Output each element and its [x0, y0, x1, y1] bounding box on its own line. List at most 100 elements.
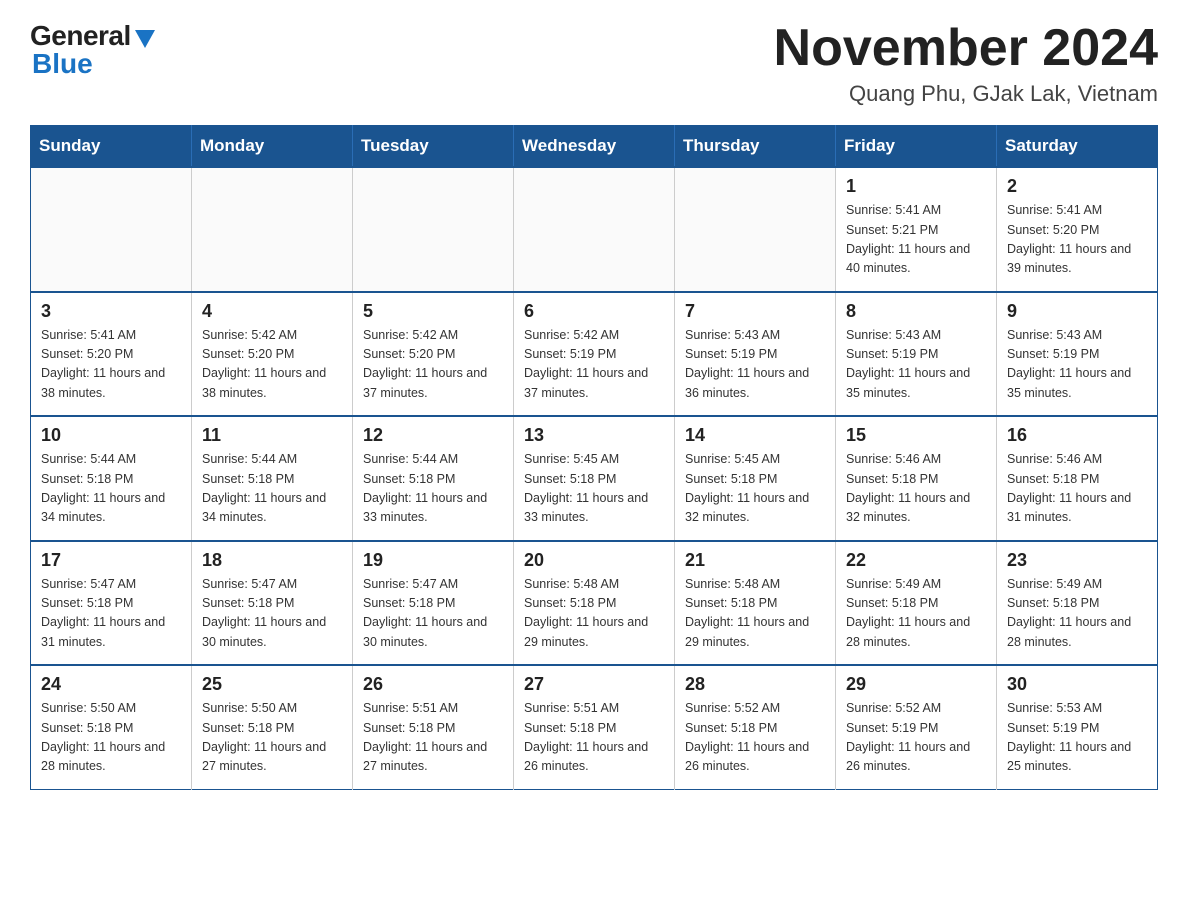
calendar-body: 1 Sunrise: 5:41 AMSunset: 5:21 PMDaylight…: [31, 167, 1158, 789]
day-info: Sunrise: 5:52 AMSunset: 5:18 PMDaylight:…: [685, 699, 825, 777]
week-row-3: 10Sunrise: 5:44 AMSunset: 5:18 PMDayligh…: [31, 416, 1158, 541]
day-info: Sunrise: 5:41 AMSunset: 5:21 PMDaylight:…: [846, 201, 986, 279]
day-number: 1: [846, 176, 986, 197]
logo: General Blue: [30, 20, 155, 80]
day-of-week-thursday: Thursday: [675, 126, 836, 168]
day-info: Sunrise: 5:45 AMSunset: 5:18 PMDaylight:…: [524, 450, 664, 528]
calendar-cell: 29 Sunrise: 5:52 AMSunset: 5:19 PMDayligh…: [836, 665, 997, 789]
calendar-cell: 15 Sunrise: 5:46 AMSunset: 5:18 PMDayligh…: [836, 416, 997, 541]
calendar-cell: 16 Sunrise: 5:46 AMSunset: 5:18 PMDayligh…: [997, 416, 1158, 541]
day-number: 5: [363, 301, 503, 322]
day-info: Sunrise: 5:46 AMSunset: 5:18 PMDaylight:…: [846, 450, 986, 528]
calendar-cell: 3Sunrise: 5:41 AMSunset: 5:20 PMDaylight…: [31, 292, 192, 417]
calendar-cell: 6 Sunrise: 5:42 AMSunset: 5:19 PMDaylight…: [514, 292, 675, 417]
calendar-cell: [31, 167, 192, 292]
calendar-cell: 1 Sunrise: 5:41 AMSunset: 5:21 PMDaylight…: [836, 167, 997, 292]
calendar-cell: 27 Sunrise: 5:51 AMSunset: 5:18 PMDayligh…: [514, 665, 675, 789]
day-number: 18: [202, 550, 342, 571]
calendar-cell: 30 Sunrise: 5:53 AMSunset: 5:19 PMDayligh…: [997, 665, 1158, 789]
day-info: Sunrise: 5:44 AMSunset: 5:18 PMDaylight:…: [363, 450, 503, 528]
day-number: 3: [41, 301, 181, 322]
calendar-cell: 25Sunrise: 5:50 AMSunset: 5:18 PMDayligh…: [192, 665, 353, 789]
day-number: 25: [202, 674, 342, 695]
day-number: 15: [846, 425, 986, 446]
day-info: Sunrise: 5:53 AMSunset: 5:19 PMDaylight:…: [1007, 699, 1147, 777]
calendar-header: SundayMondayTuesdayWednesdayThursdayFrid…: [31, 126, 1158, 168]
day-number: 14: [685, 425, 825, 446]
day-number: 9: [1007, 301, 1147, 322]
day-number: 21: [685, 550, 825, 571]
day-number: 19: [363, 550, 503, 571]
day-info: Sunrise: 5:48 AMSunset: 5:18 PMDaylight:…: [524, 575, 664, 653]
calendar-cell: 14 Sunrise: 5:45 AMSunset: 5:18 PMDayligh…: [675, 416, 836, 541]
day-number: 2: [1007, 176, 1147, 197]
calendar-cell: 7Sunrise: 5:43 AMSunset: 5:19 PMDaylight…: [675, 292, 836, 417]
day-of-week-monday: Monday: [192, 126, 353, 168]
day-number: 23: [1007, 550, 1147, 571]
calendar-table: SundayMondayTuesdayWednesdayThursdayFrid…: [30, 125, 1158, 790]
week-row-2: 3Sunrise: 5:41 AMSunset: 5:20 PMDaylight…: [31, 292, 1158, 417]
calendar-cell: 20 Sunrise: 5:48 AMSunset: 5:18 PMDayligh…: [514, 541, 675, 666]
calendar-cell: 23Sunrise: 5:49 AMSunset: 5:18 PMDayligh…: [997, 541, 1158, 666]
calendar-cell: 11Sunrise: 5:44 AMSunset: 5:18 PMDayligh…: [192, 416, 353, 541]
day-info: Sunrise: 5:49 AMSunset: 5:18 PMDaylight:…: [846, 575, 986, 653]
calendar-cell: 5 Sunrise: 5:42 AMSunset: 5:20 PMDaylight…: [353, 292, 514, 417]
day-number: 27: [524, 674, 664, 695]
day-number: 6: [524, 301, 664, 322]
day-info: Sunrise: 5:43 AMSunset: 5:19 PMDaylight:…: [685, 326, 825, 404]
day-number: 29: [846, 674, 986, 695]
day-number: 26: [363, 674, 503, 695]
page-header: General Blue November 2024 Quang Phu, GJ…: [30, 20, 1158, 107]
day-info: Sunrise: 5:45 AMSunset: 5:18 PMDaylight:…: [685, 450, 825, 528]
calendar-cell: [514, 167, 675, 292]
day-of-week-friday: Friday: [836, 126, 997, 168]
main-title: November 2024: [774, 20, 1158, 77]
day-info: Sunrise: 5:52 AMSunset: 5:19 PMDaylight:…: [846, 699, 986, 777]
calendar-cell: 4Sunrise: 5:42 AMSunset: 5:20 PMDaylight…: [192, 292, 353, 417]
calendar-cell: 18 Sunrise: 5:47 AMSunset: 5:18 PMDayligh…: [192, 541, 353, 666]
day-of-week-wednesday: Wednesday: [514, 126, 675, 168]
day-number: 24: [41, 674, 181, 695]
day-number: 30: [1007, 674, 1147, 695]
calendar-cell: 24Sunrise: 5:50 AMSunset: 5:18 PMDayligh…: [31, 665, 192, 789]
day-info: Sunrise: 5:47 AMSunset: 5:18 PMDaylight:…: [41, 575, 181, 653]
calendar-cell: 12 Sunrise: 5:44 AMSunset: 5:18 PMDayligh…: [353, 416, 514, 541]
day-info: Sunrise: 5:48 AMSunset: 5:18 PMDaylight:…: [685, 575, 825, 653]
calendar-cell: [192, 167, 353, 292]
calendar-cell: 2 Sunrise: 5:41 AMSunset: 5:20 PMDaylight…: [997, 167, 1158, 292]
day-info: Sunrise: 5:42 AMSunset: 5:19 PMDaylight:…: [524, 326, 664, 404]
day-info: Sunrise: 5:47 AMSunset: 5:18 PMDaylight:…: [202, 575, 342, 653]
day-info: Sunrise: 5:43 AMSunset: 5:19 PMDaylight:…: [1007, 326, 1147, 404]
week-row-4: 17 Sunrise: 5:47 AMSunset: 5:18 PMDayligh…: [31, 541, 1158, 666]
days-of-week-row: SundayMondayTuesdayWednesdayThursdayFrid…: [31, 126, 1158, 168]
calendar-cell: [675, 167, 836, 292]
day-number: 12: [363, 425, 503, 446]
day-number: 28: [685, 674, 825, 695]
day-number: 20: [524, 550, 664, 571]
day-info: Sunrise: 5:46 AMSunset: 5:18 PMDaylight:…: [1007, 450, 1147, 528]
day-info: Sunrise: 5:43 AMSunset: 5:19 PMDaylight:…: [846, 326, 986, 404]
subtitle: Quang Phu, GJak Lak, Vietnam: [774, 81, 1158, 107]
calendar-cell: 13 Sunrise: 5:45 AMSunset: 5:18 PMDayligh…: [514, 416, 675, 541]
day-info: Sunrise: 5:47 AMSunset: 5:18 PMDaylight:…: [363, 575, 503, 653]
calendar-cell: 8 Sunrise: 5:43 AMSunset: 5:19 PMDaylight…: [836, 292, 997, 417]
day-of-week-saturday: Saturday: [997, 126, 1158, 168]
day-number: 16: [1007, 425, 1147, 446]
day-number: 11: [202, 425, 342, 446]
day-info: Sunrise: 5:42 AMSunset: 5:20 PMDaylight:…: [202, 326, 342, 404]
calendar-cell: 10Sunrise: 5:44 AMSunset: 5:18 PMDayligh…: [31, 416, 192, 541]
day-of-week-sunday: Sunday: [31, 126, 192, 168]
day-number: 22: [846, 550, 986, 571]
day-info: Sunrise: 5:42 AMSunset: 5:20 PMDaylight:…: [363, 326, 503, 404]
calendar-cell: [353, 167, 514, 292]
day-number: 17: [41, 550, 181, 571]
logo-triangle-icon: [135, 30, 155, 48]
day-number: 13: [524, 425, 664, 446]
calendar-cell: 22 Sunrise: 5:49 AMSunset: 5:18 PMDayligh…: [836, 541, 997, 666]
title-block: November 2024 Quang Phu, GJak Lak, Vietn…: [774, 20, 1158, 107]
day-info: Sunrise: 5:41 AMSunset: 5:20 PMDaylight:…: [1007, 201, 1147, 279]
day-info: Sunrise: 5:44 AMSunset: 5:18 PMDaylight:…: [41, 450, 181, 528]
calendar-cell: 26Sunrise: 5:51 AMSunset: 5:18 PMDayligh…: [353, 665, 514, 789]
day-info: Sunrise: 5:51 AMSunset: 5:18 PMDaylight:…: [524, 699, 664, 777]
day-number: 8: [846, 301, 986, 322]
